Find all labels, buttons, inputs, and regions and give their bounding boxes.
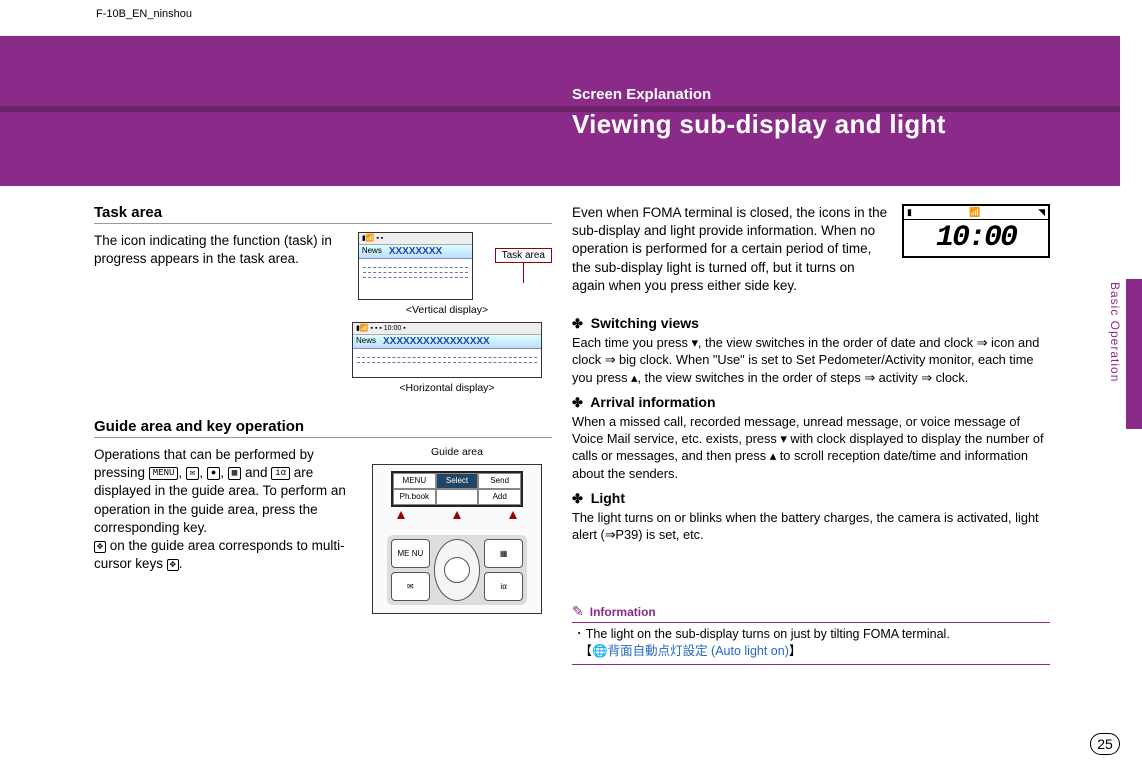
information-body: ･ The light on the sub-display turns on … (572, 622, 1050, 665)
guide-area-figure: MENU Select Send Ph.book Add (372, 464, 542, 614)
subdisplay-intro: Even when FOMA terminal is closed, the i… (572, 204, 888, 295)
callout-arrow-icon (509, 511, 517, 519)
keypad-ialpha-button: iα (484, 572, 523, 601)
guide-area-heading: Guide area and key operation (94, 418, 552, 438)
switching-views-body: Each time you press ▾, the view switches… (572, 334, 1050, 386)
keypad-grid-button: ▦ (484, 539, 523, 568)
signal-icon: 📶 (969, 207, 980, 218)
softkey-phbook: Ph.book (393, 489, 436, 505)
keypad-menu-button: ME NU (391, 539, 430, 568)
pencil-icon: ✎ (572, 603, 584, 620)
multi-cursor-icon: ✥ (167, 559, 179, 571)
document-id: F-10B_EN_ninshou (96, 8, 192, 20)
left-band (0, 36, 560, 186)
mail-indicator-icon: ◥ (1038, 207, 1045, 218)
page-container: Task area The icon indicating the functi… (0, 36, 1142, 756)
horizontal-caption: <Horizontal display> (342, 382, 552, 394)
softkey-blank (436, 489, 479, 505)
subdisplay-block: Even when FOMA terminal is closed, the i… (572, 204, 1050, 307)
horizontal-display-figure: ▮📶 ▪ ▪ ▪ 10:00 ▪ NewsXXXXXXXXXXXXXXXX (352, 322, 542, 378)
clover-icon: ✤ (572, 316, 583, 332)
callout-arrow-icon (453, 511, 461, 519)
switching-views-heading: ✤ Switching views (572, 315, 1050, 332)
guide-area-caption: Guide area (362, 446, 552, 458)
vertical-display-figure: ▮📶 ▪ ▪ NewsXXXXXXXX (358, 232, 473, 300)
right-band: Screen Explanation Viewing sub-display a… (560, 36, 1120, 186)
guide-area-figure-wrap: Guide area MENU Select Send Ph.book Add (362, 446, 552, 614)
task-area-figures: ▮📶 ▪ ▪ NewsXXXXXXXX Task area <Vertical … (342, 232, 552, 400)
battery-icon: ▮ (907, 207, 912, 218)
right-column: Screen Explanation Viewing sub-display a… (560, 36, 1120, 756)
vertical-caption: <Vertical display> (342, 304, 552, 316)
softkey-send: Send (478, 473, 521, 489)
guide-area-block: Operations that can be performed by pres… (94, 446, 552, 614)
light-heading: ✤ Light (572, 490, 1050, 507)
softkey-menu: MENU (393, 473, 436, 489)
task-area-body: The icon indicating the function (task) … (94, 232, 332, 388)
keypad-mail-button: ✉ (391, 572, 430, 601)
left-column: Task area The icon indicating the functi… (0, 36, 560, 756)
subdisplay-figure: ▮ 📶 ◥ 10:00 (902, 204, 1050, 258)
guide-area-body: Operations that can be performed by pres… (94, 446, 352, 602)
task-area-callout: Task area (495, 248, 552, 263)
clover-icon: ✤ (572, 395, 583, 411)
clover-icon: ✤ (572, 491, 583, 507)
keypad-figure: ME NU ▦ ✉ iα (387, 535, 527, 605)
softkey-select: Select (436, 473, 479, 489)
dpad-cross-icon: ✥ (94, 541, 106, 553)
ialpha-key-icon: iα (271, 467, 290, 480)
grid-key-icon: ▦ (228, 467, 241, 480)
band-text: Screen Explanation Viewing sub-display a… (572, 86, 946, 140)
globe-icon: 🌐 (592, 644, 608, 658)
task-area-block: The icon indicating the function (task) … (94, 232, 552, 400)
band-subtitle: Screen Explanation (572, 86, 946, 103)
information-box: ✎ Information ･ The light on the sub-dis… (572, 603, 1050, 665)
task-area-heading: Task area (94, 204, 552, 224)
light-body: The light turns on or blinks when the ba… (572, 509, 1050, 544)
callout-arrow-icon (397, 511, 405, 519)
keypad-dpad (434, 539, 481, 601)
softkey-add: Add (478, 489, 521, 505)
information-label: Information (590, 605, 656, 619)
subdisplay-time: 10:00 (904, 220, 1048, 256)
arrival-info-body: When a missed call, recorded message, un… (572, 413, 1050, 482)
guide-lcd: MENU Select Send Ph.book Add (391, 471, 523, 507)
menu-key-icon: MENU (149, 467, 179, 480)
center-key-icon: ● (207, 467, 220, 480)
mail-key-icon: ✉ (186, 467, 199, 480)
band-title: Viewing sub-display and light (572, 109, 946, 140)
arrival-info-heading: ✤ Arrival information (572, 394, 1050, 411)
